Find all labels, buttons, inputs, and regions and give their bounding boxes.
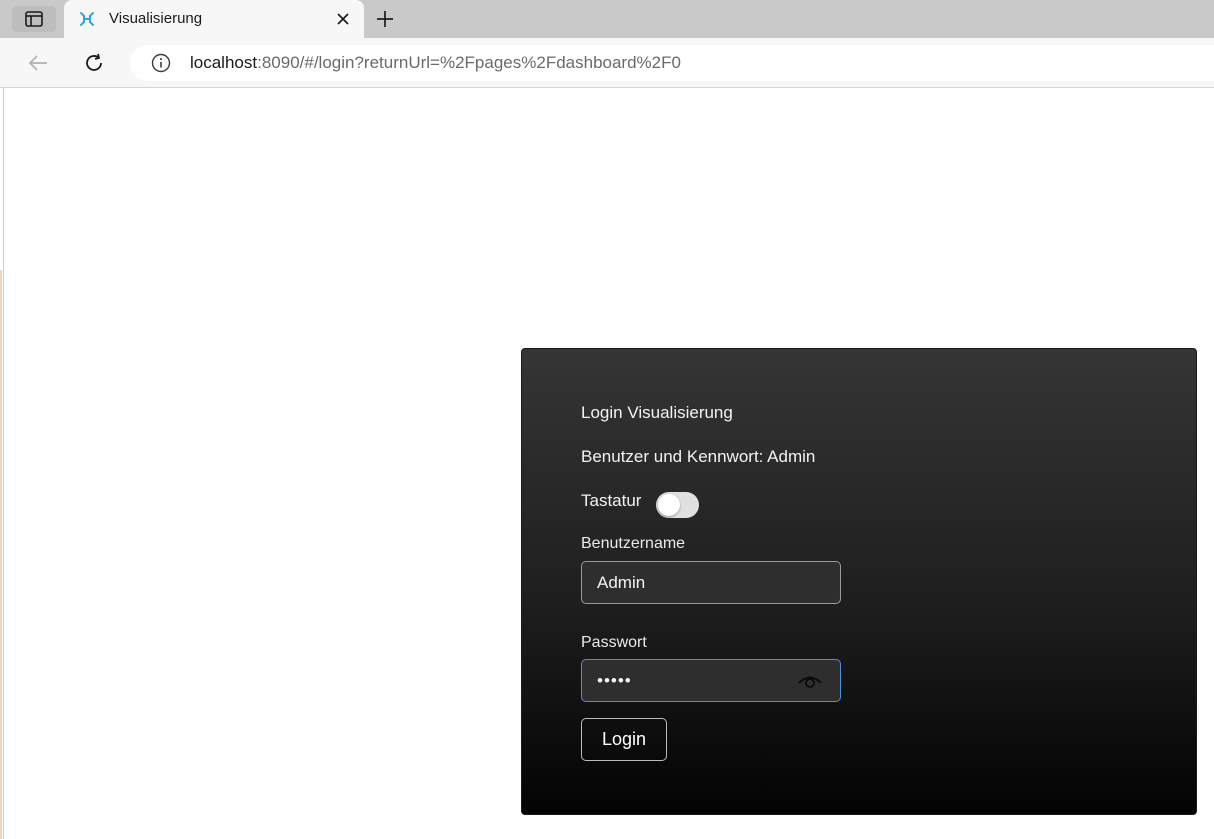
- tab-actions-button[interactable]: [12, 6, 56, 32]
- back-button[interactable]: [24, 50, 52, 76]
- tab-actions-icon: [25, 11, 43, 27]
- close-icon: [337, 13, 349, 25]
- password-label: Passwort: [581, 634, 647, 651]
- reload-icon: [86, 53, 102, 71]
- password-field[interactable]: •••••: [581, 659, 841, 702]
- arrow-left-icon: [28, 55, 47, 71]
- login-title: Login Visualisierung: [581, 403, 733, 422]
- toggle-knob: [658, 494, 680, 516]
- browser-toolbar: localhost:8090/#/login?returnUrl=%2Fpage…: [0, 38, 1214, 88]
- new-tab-button[interactable]: [372, 6, 398, 32]
- url-path: :8090/#/login?returnUrl=%2Fpages%2Fdashb…: [257, 53, 681, 72]
- address-bar[interactable]: localhost:8090/#/login?returnUrl=%2Fpage…: [130, 45, 1214, 81]
- tab-strip: Visualisierung: [0, 0, 1214, 38]
- plus-icon: [377, 11, 393, 27]
- tab-close-button[interactable]: [332, 8, 354, 30]
- login-button[interactable]: Login: [581, 718, 667, 761]
- username-label: Benutzername: [581, 535, 686, 552]
- reload-button[interactable]: [80, 50, 108, 76]
- left-edge-stripe: [0, 270, 2, 839]
- login-panel: Login Visualisierung Benutzer und Kennwo…: [521, 348, 1197, 815]
- login-hint: Benutzer und Kennwort: Admin: [581, 447, 816, 466]
- url-text[interactable]: localhost:8090/#/login?returnUrl=%2Fpage…: [190, 53, 681, 73]
- username-value: Admin: [597, 573, 646, 592]
- tab-title: Visualisierung: [109, 10, 203, 27]
- left-edge-divider: [3, 88, 4, 839]
- eye-icon[interactable]: [797, 670, 823, 692]
- keyboard-toggle[interactable]: [656, 492, 699, 518]
- username-field[interactable]: Admin: [581, 561, 841, 604]
- info-icon[interactable]: [150, 52, 172, 74]
- tab-visualisierung[interactable]: Visualisierung: [64, 0, 364, 38]
- app-logo-icon: [80, 12, 94, 26]
- password-value: •••••: [597, 671, 632, 690]
- keyboard-label: Tastatur: [581, 491, 642, 510]
- url-host: localhost: [190, 53, 258, 72]
